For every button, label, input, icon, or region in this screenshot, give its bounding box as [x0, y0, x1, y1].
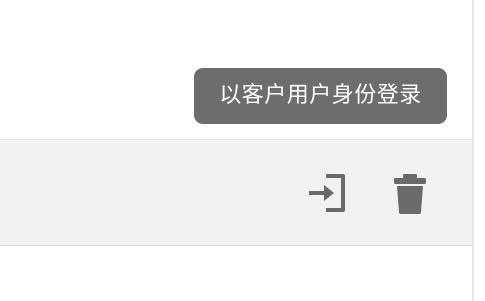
list-row-next: [0, 246, 472, 301]
trash-icon: [394, 174, 426, 214]
login-as-customer-button[interactable]: [306, 170, 350, 216]
screen: 以客户用户身份登录: [0, 0, 485, 301]
user-list-panel: 以客户用户身份登录: [0, 0, 472, 301]
delete-button[interactable]: [388, 170, 432, 216]
login-arrow-icon: [309, 174, 345, 212]
login-as-customer-tooltip: 以客户用户身份登录: [194, 68, 447, 124]
right-gutter: [474, 0, 485, 301]
